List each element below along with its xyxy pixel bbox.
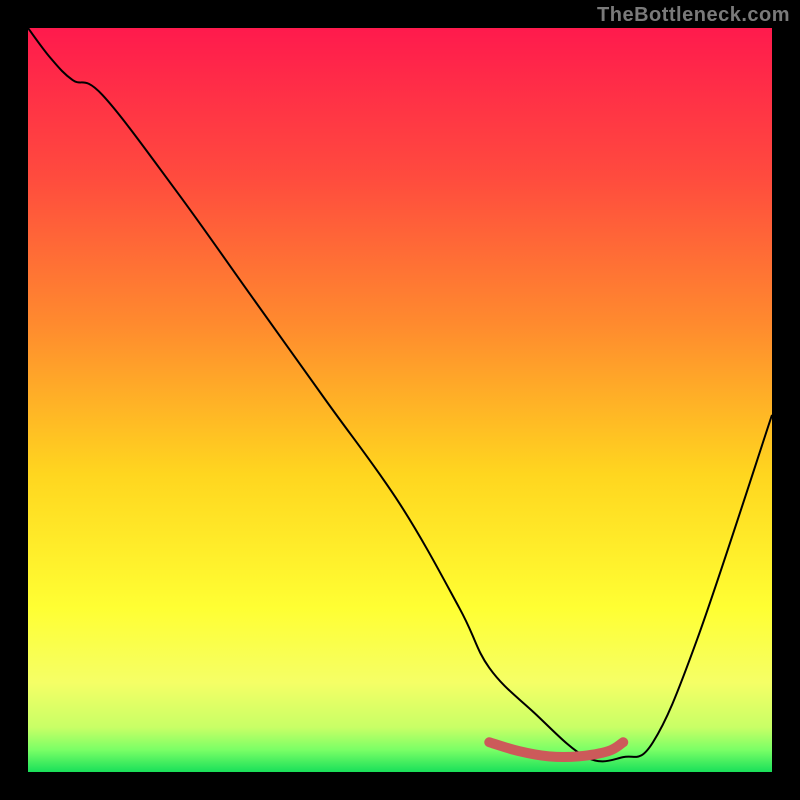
- gradient-background: [28, 28, 772, 772]
- chart-frame: TheBottleneck.com: [0, 0, 800, 800]
- chart-svg: [28, 28, 772, 772]
- plot-area: [28, 28, 772, 772]
- watermark-text: TheBottleneck.com: [597, 4, 790, 27]
